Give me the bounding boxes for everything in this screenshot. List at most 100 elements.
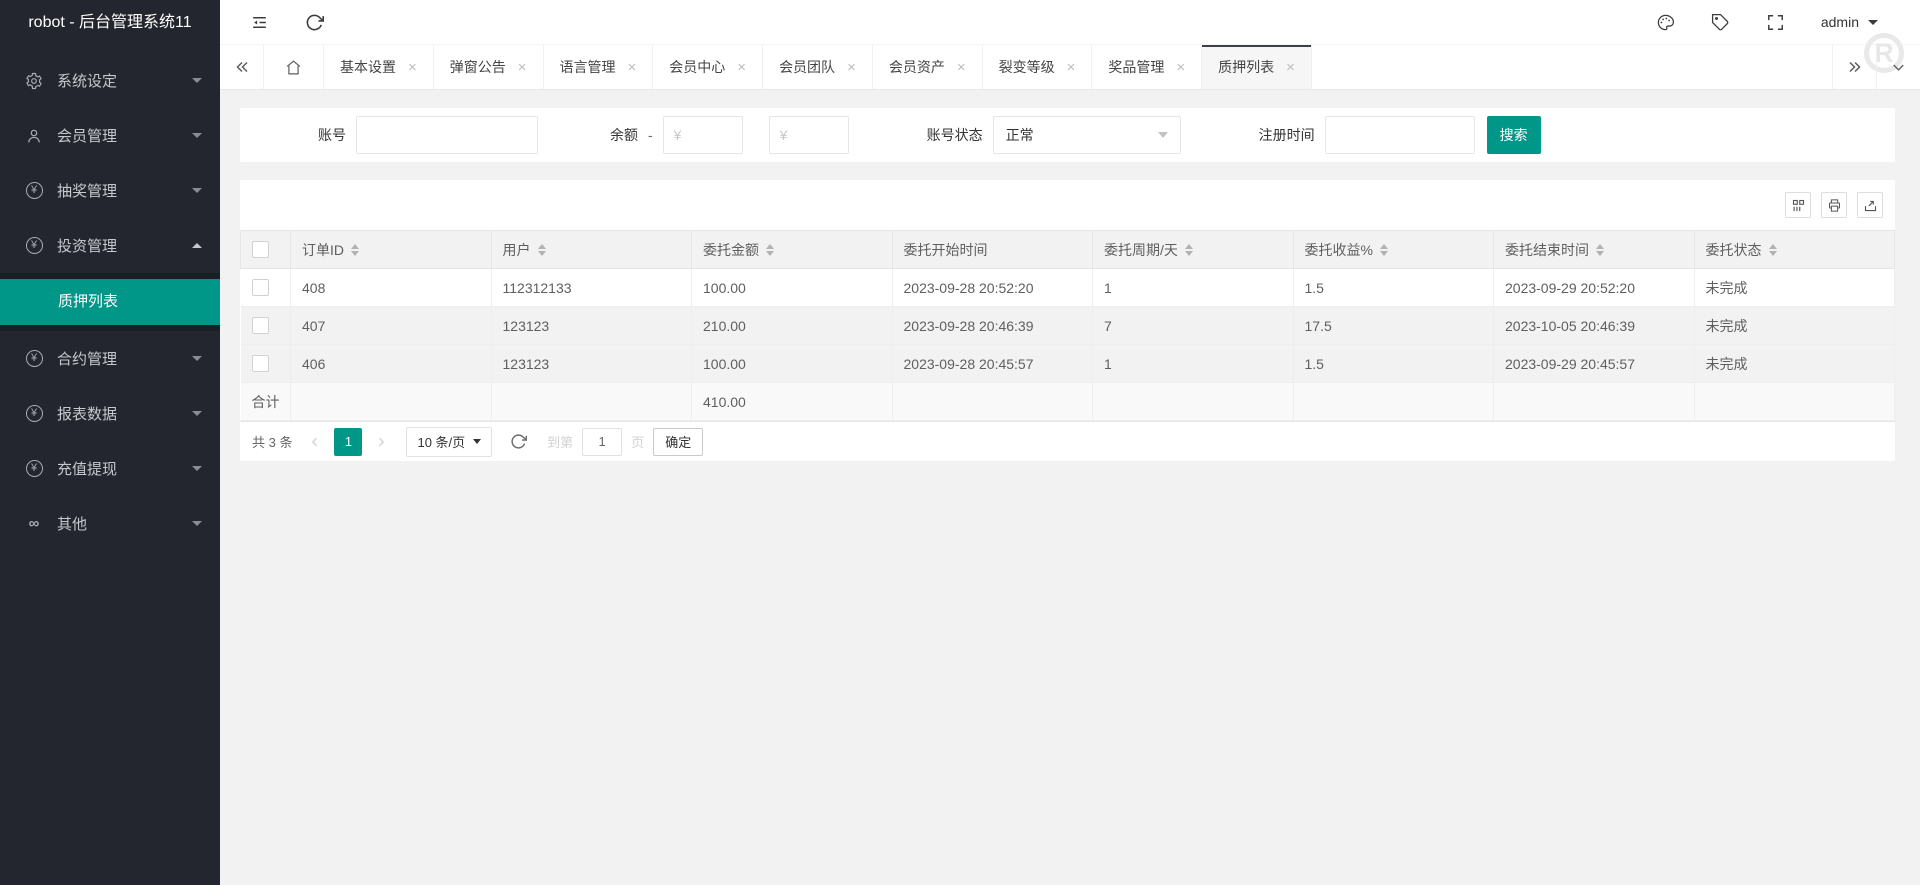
tab-4[interactable]: 会员团队 × — [763, 45, 873, 89]
select-all-checkbox[interactable] — [252, 241, 269, 258]
close-icon[interactable]: × — [957, 60, 966, 75]
sort-icon[interactable] — [1769, 244, 1777, 256]
row-checkbox-cell — [241, 269, 291, 307]
sum-cell — [1293, 383, 1494, 421]
table-cell: 1 — [1093, 269, 1294, 307]
row-checkbox[interactable] — [252, 355, 269, 372]
table-cell: 406 — [291, 345, 492, 383]
sidebar-item-5[interactable]: ¥ 报表数据 — [0, 386, 220, 441]
tab-8[interactable]: 质押列表 × — [1202, 45, 1312, 89]
sum-cell — [291, 383, 492, 421]
column-header: 委托周期/天 — [1093, 231, 1294, 269]
tabs-scroll-left-icon[interactable] — [220, 45, 264, 89]
sum-cell — [1694, 383, 1895, 421]
close-icon[interactable]: × — [1286, 60, 1295, 75]
tab-0[interactable]: 基本设置 × — [324, 45, 434, 89]
sort-icon[interactable] — [538, 244, 546, 256]
balance-max-input[interactable] — [769, 116, 849, 154]
table-cell: 408 — [291, 269, 492, 307]
yen-circle-icon: ¥ — [24, 349, 44, 369]
tabs-scroll-right-icon[interactable] — [1832, 45, 1876, 89]
tab-3[interactable]: 会员中心 × — [653, 45, 763, 89]
sidebar-item-1[interactable]: 会员管理 — [0, 108, 220, 163]
sort-icon[interactable] — [766, 244, 774, 256]
refresh-table-icon[interactable] — [510, 433, 527, 450]
chevron-down-icon — [192, 521, 202, 526]
account-input[interactable] — [356, 116, 538, 154]
row-checkbox[interactable] — [252, 279, 269, 296]
status-select[interactable]: 正常 — [993, 116, 1181, 154]
tab-5[interactable]: 会员资产 × — [873, 45, 983, 89]
close-icon[interactable]: × — [737, 60, 746, 75]
page-number-button[interactable]: 1 — [334, 428, 362, 456]
next-page-icon[interactable] — [374, 435, 388, 449]
filter-columns-icon[interactable] — [1785, 192, 1811, 218]
user-menu[interactable]: admin — [1821, 14, 1878, 30]
prev-page-icon[interactable] — [308, 435, 322, 449]
search-button[interactable]: 搜索 — [1487, 116, 1541, 154]
sidebar-item-3[interactable]: ¥ 投资管理 — [0, 218, 220, 273]
close-icon[interactable]: × — [1067, 60, 1076, 75]
table-cell: 1 — [1093, 345, 1294, 383]
table-cell: 123123 — [491, 345, 692, 383]
theme-palette-icon[interactable] — [1656, 13, 1675, 32]
close-icon[interactable]: × — [847, 60, 856, 75]
print-icon[interactable] — [1821, 192, 1847, 218]
topbar: admin — [220, 0, 1920, 45]
goto-prefix: 到第 — [547, 432, 573, 451]
refresh-icon[interactable] — [305, 13, 324, 32]
table-row: 407123123210.002023-09-28 20:46:39717.52… — [241, 307, 1895, 345]
sidebar-item-0[interactable]: 系统设定 — [0, 53, 220, 108]
collapse-menu-icon[interactable] — [250, 13, 269, 32]
app-title: robot - 后台管理系统11 — [0, 0, 220, 45]
export-icon[interactable] — [1857, 192, 1883, 218]
account-label: 账号 — [318, 125, 346, 145]
close-icon[interactable]: × — [1176, 60, 1185, 75]
content-area: 账号 余额 - 账号状态 正常 注册时间 搜索 — [220, 90, 1920, 885]
column-header-label: 委托结束时间 — [1505, 240, 1589, 260]
sidebar-item-4[interactable]: ¥ 合约管理 — [0, 331, 220, 386]
balance-min-input[interactable] — [663, 116, 743, 154]
sidebar-item-2[interactable]: ¥ 抽奖管理 — [0, 163, 220, 218]
sidebar-subitem[interactable]: 质押列表 — [0, 279, 220, 325]
goto-page-input[interactable] — [582, 428, 622, 456]
table-cell: 1.5 — [1293, 345, 1494, 383]
username: admin — [1821, 14, 1859, 30]
sort-icon[interactable] — [351, 244, 359, 256]
fullscreen-icon[interactable] — [1766, 13, 1785, 32]
sum-cell — [1494, 383, 1695, 421]
column-header-label: 订单ID — [302, 240, 344, 260]
sort-icon[interactable] — [1596, 244, 1604, 256]
close-icon[interactable]: × — [518, 60, 527, 75]
column-header-label: 委托开始时间 — [904, 240, 988, 260]
register-time-input[interactable] — [1325, 116, 1475, 154]
close-icon[interactable]: × — [408, 60, 417, 75]
close-icon[interactable]: × — [628, 60, 637, 75]
tab-7[interactable]: 奖品管理 × — [1092, 45, 1202, 89]
tab-1[interactable]: 弹窗公告 × — [434, 45, 544, 89]
page-size-value: 10 条/页 — [417, 432, 465, 451]
sidebar-item-7[interactable]: ∞ 其他 — [0, 496, 220, 551]
row-checkbox-cell — [241, 345, 291, 383]
table-cell: 100.00 — [692, 345, 893, 383]
table-cell: 407 — [291, 307, 492, 345]
yen-circle-icon: ¥ — [24, 404, 44, 424]
tab-6[interactable]: 裂变等级 × — [983, 45, 1093, 89]
row-checkbox[interactable] — [252, 317, 269, 334]
chevron-down-icon — [192, 133, 202, 138]
sort-icon[interactable] — [1380, 244, 1388, 256]
table-card: 订单ID用户委托金额委托开始时间委托周期/天委托收益%委托结束时间委托状态 40… — [240, 180, 1895, 461]
sort-icon[interactable] — [1185, 244, 1193, 256]
tag-icon[interactable] — [1711, 13, 1730, 32]
tabs-dropdown-icon[interactable] — [1876, 45, 1920, 89]
page-size-select[interactable]: 10 条/页 — [406, 427, 492, 457]
row-checkbox-cell — [241, 307, 291, 345]
tab-2[interactable]: 语言管理 × — [544, 45, 654, 89]
sidebar-menu: 系统设定 会员管理 ¥ 抽奖管理 ¥ 投资管理 质押列表 ¥ 合约管理 ¥ 报表… — [0, 45, 220, 551]
sum-cell — [1093, 383, 1294, 421]
table-body: 408112312133100.002023-09-28 20:52:2011.… — [241, 269, 1895, 421]
sidebar-item-6[interactable]: ¥ 充值提现 — [0, 441, 220, 496]
confirm-button[interactable]: 确定 — [653, 428, 703, 456]
sum-label-cell: 合计 — [241, 383, 291, 421]
home-tab-icon[interactable] — [264, 45, 324, 89]
